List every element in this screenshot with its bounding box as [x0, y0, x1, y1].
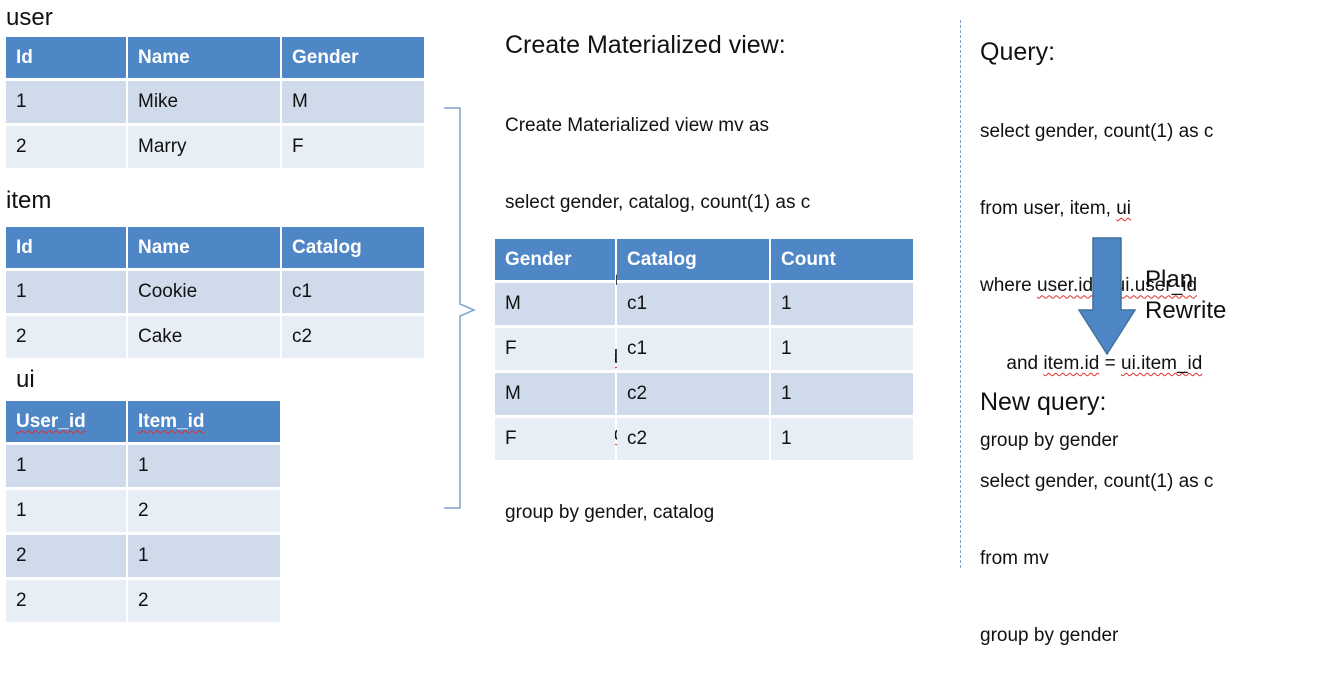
column-header: Id — [6, 37, 126, 81]
sql-line: group by gender, catalog — [505, 501, 715, 523]
sql-line: select gender, count(1) as c — [980, 470, 1214, 492]
table-cell: Cake — [128, 316, 280, 361]
table-cell: 1 — [6, 490, 126, 535]
header-row: Id Name Gender — [6, 37, 424, 81]
table-cell: Marry — [128, 126, 280, 171]
table-cell: c2 — [282, 316, 424, 361]
table-cell: 1 — [771, 418, 913, 463]
item-table-title: item — [6, 187, 52, 214]
table-cell: 2 — [6, 316, 126, 361]
table-cell: 1 — [771, 373, 913, 418]
new-query-title: New query: — [980, 388, 1107, 416]
table-row: Fc2 1 — [495, 418, 913, 463]
section-divider — [960, 20, 961, 568]
table-row: 11 — [6, 445, 280, 490]
rewrite-arrow-icon — [1077, 237, 1137, 356]
sql-line: group by gender — [980, 625, 1119, 647]
column-header: Catalog — [282, 227, 424, 271]
table-row: Mc2 1 — [495, 373, 913, 418]
table-row: 2 Marry F — [6, 126, 424, 171]
table-cell: c1 — [617, 283, 769, 328]
table-row: Fc1 1 — [495, 328, 913, 373]
table-cell: 2 — [6, 580, 126, 625]
column-header: Gender — [495, 239, 615, 283]
new-query-sql: select gender, count(1) as c from mv gro… — [980, 417, 1213, 675]
table-row: 2 Cake c2 — [6, 316, 424, 361]
table-row: 1 Mike M — [6, 81, 424, 126]
sql-line: from user, item, ui — [980, 197, 1131, 219]
column-header: User_id — [6, 401, 126, 445]
query-title: Query: — [980, 38, 1056, 66]
sql-line: select gender, catalog, count(1) as c — [505, 190, 810, 216]
ui-table-title: ui — [16, 366, 35, 393]
sql-line: Create Materialized view mv as — [505, 114, 769, 136]
table-cell: 2 — [128, 580, 280, 625]
table-cell: 2 — [128, 490, 280, 535]
table-cell: 1 — [128, 535, 280, 580]
table-cell: M — [495, 373, 615, 418]
header-row: Gender Catalog Count — [495, 239, 913, 283]
column-header: Id — [6, 227, 126, 271]
table-cell: 1 — [771, 328, 913, 373]
table-row: 22 — [6, 580, 280, 625]
column-header: Name — [128, 37, 280, 81]
user-table-title: user — [6, 4, 53, 31]
table-cell: c1 — [617, 328, 769, 373]
column-header: Gender — [282, 37, 424, 81]
grouping-brace — [444, 107, 476, 509]
table-row: Mc1 1 — [495, 283, 913, 328]
column-header: Item_id — [128, 401, 280, 445]
table-cell: 2 — [6, 535, 126, 580]
plan-rewrite-label: Plan Rewrite — [1145, 264, 1226, 326]
ui-table: User_id Item_id 1 1 1 2 2 1 2 2 — [4, 401, 282, 625]
table-cell: c2 — [617, 418, 769, 463]
column-header: Name — [128, 227, 280, 271]
table-row: 1 Cookie c1 — [6, 271, 424, 316]
table-cell: c2 — [617, 373, 769, 418]
table-cell: 2 — [6, 126, 126, 171]
table-cell: F — [495, 328, 615, 373]
column-header: Catalog — [617, 239, 769, 283]
mv-table: Gender Catalog Count Mc1 1 Fc1 1 Mc2 1 Fc2 1 — [493, 239, 915, 463]
table-cell: Cookie — [128, 271, 280, 316]
item-table: Id Name Catalog 1 Cookie c1 2 Cake c2 — [4, 227, 426, 361]
table-cell: F — [495, 418, 615, 463]
rewrite-label: Rewrite — [1145, 297, 1227, 324]
table-cell: M — [282, 81, 424, 126]
sql-line: from mv — [980, 547, 1049, 569]
table-cell: Mike — [128, 81, 280, 126]
header-row: Id Name Catalog — [6, 227, 424, 271]
table-cell: M — [495, 283, 615, 328]
sql-text: select gender, catalog, count(1) as c — [505, 191, 811, 213]
table-row: 21 — [6, 535, 280, 580]
column-header: Count — [771, 239, 913, 283]
table-cell: 1 — [128, 445, 280, 490]
table-cell: 1 — [6, 81, 126, 126]
table-row: 12 — [6, 490, 280, 535]
table-cell: 1 — [771, 283, 913, 328]
table-cell: 1 — [6, 445, 126, 490]
sql-line: select gender, count(1) as c — [980, 120, 1214, 142]
table-cell: c1 — [282, 271, 424, 316]
squiggle-ui: ui — [1116, 197, 1131, 219]
create-mv-title: Create Materialized view: — [505, 31, 786, 59]
table-cell: F — [282, 126, 424, 171]
plan-label: Plan — [1145, 266, 1194, 293]
header-row: User_id Item_id — [6, 401, 280, 445]
table-cell: 1 — [6, 271, 126, 316]
user-table: Id Name Gender 1 Mike M 2 Marry F — [4, 37, 426, 171]
